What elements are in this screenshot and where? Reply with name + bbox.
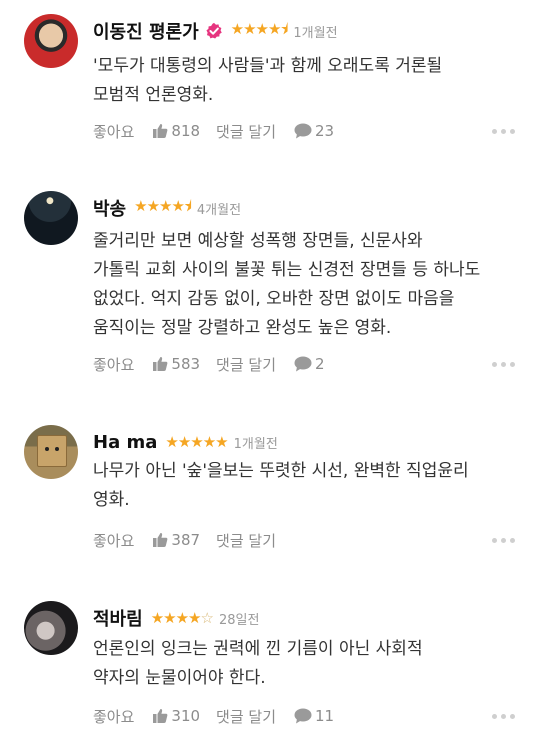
like-button[interactable]: 좋아요 — [93, 706, 134, 727]
review-actions: 좋아요 387 댓글 달기 — [93, 529, 294, 551]
comment-bubble-icon[interactable] — [294, 708, 312, 724]
comment-count: 23 — [315, 122, 335, 140]
review-header: Ha ma ★★★★★ 1개월전 — [93, 429, 278, 455]
avatar[interactable] — [24, 601, 78, 655]
reply-button[interactable]: 댓글 달기 — [216, 530, 276, 551]
like-count: 818 — [171, 122, 201, 140]
star-rating: ★★★★⯨ — [134, 196, 192, 215]
star-rating: ★★★★☆ — [150, 609, 214, 627]
like-button[interactable]: 좋아요 — [93, 530, 134, 551]
star-rating: ★★★★⯨ — [230, 19, 289, 38]
reply-button[interactable]: 댓글 달기 — [216, 121, 276, 142]
review-actions: 좋아요 310 댓글 달기 11 — [93, 705, 350, 727]
comment-bubble-icon[interactable] — [294, 356, 312, 372]
timestamp: 28일전 — [218, 612, 260, 628]
review-text: 나무가 아닌 '숲'을보는 뚜렷한 시선, 완벽한 직업윤리 영화. — [93, 461, 469, 510]
avatar[interactable] — [24, 14, 78, 68]
star-rating: ★★★★★ — [165, 433, 228, 451]
review-header: 적바림 ★★★★☆ 28일전 — [93, 605, 259, 631]
author-name[interactable]: Ha ma — [93, 432, 157, 453]
comment-bubble-icon[interactable] — [294, 123, 312, 139]
like-count: 583 — [171, 355, 201, 373]
review-header: 이동진 평론가 ★★★★⯨ 1개월전 — [93, 18, 338, 44]
more-options-icon[interactable] — [492, 705, 515, 727]
thumbs-up-icon[interactable] — [152, 532, 168, 548]
thumbs-up-icon[interactable] — [152, 123, 168, 139]
comment-count: 11 — [315, 707, 335, 725]
review-text: 언론인의 잉크는 권력에 낀 기름이 아닌 사회적 약자의 눈물이어야 한다. — [93, 639, 423, 688]
author-name[interactable]: 적바림 — [93, 605, 143, 631]
like-count: 387 — [171, 531, 201, 549]
thumbs-up-icon[interactable] — [152, 708, 168, 724]
review-actions: 좋아요 818 댓글 달기 23 — [93, 120, 350, 142]
verified-badge-icon — [206, 22, 222, 39]
comment-count: 2 — [315, 355, 325, 373]
more-options-icon[interactable] — [492, 120, 515, 142]
author-name[interactable]: 박송 — [93, 195, 126, 221]
more-options-icon[interactable] — [492, 353, 515, 375]
review-text: '모두가 대통령의 사람들'과 함께 오래도록 거론될 모범적 언론영화. — [93, 56, 443, 105]
like-count: 310 — [171, 707, 201, 725]
review-header: 박송 ★★★★⯨ 4개월전 — [93, 195, 241, 221]
reply-button[interactable]: 댓글 달기 — [216, 354, 276, 375]
timestamp: 4개월전 — [196, 202, 242, 218]
timestamp: 1개월전 — [293, 25, 338, 41]
timestamp: 1개월전 — [233, 436, 278, 452]
more-options-icon[interactable] — [492, 529, 515, 551]
review-actions: 좋아요 583 댓글 달기 2 — [93, 353, 341, 375]
like-button[interactable]: 좋아요 — [93, 354, 134, 375]
review-text: 줄거리만 보면 예상할 성폭행 장면들, 신문사와 가톨릭 교회 사이의 불꽃 … — [93, 231, 481, 338]
avatar[interactable] — [24, 425, 78, 479]
like-button[interactable]: 좋아요 — [93, 121, 134, 142]
author-name[interactable]: 이동진 평론가 — [93, 18, 199, 44]
avatar[interactable] — [24, 191, 78, 245]
reply-button[interactable]: 댓글 달기 — [216, 706, 276, 727]
thumbs-up-icon[interactable] — [152, 356, 168, 372]
